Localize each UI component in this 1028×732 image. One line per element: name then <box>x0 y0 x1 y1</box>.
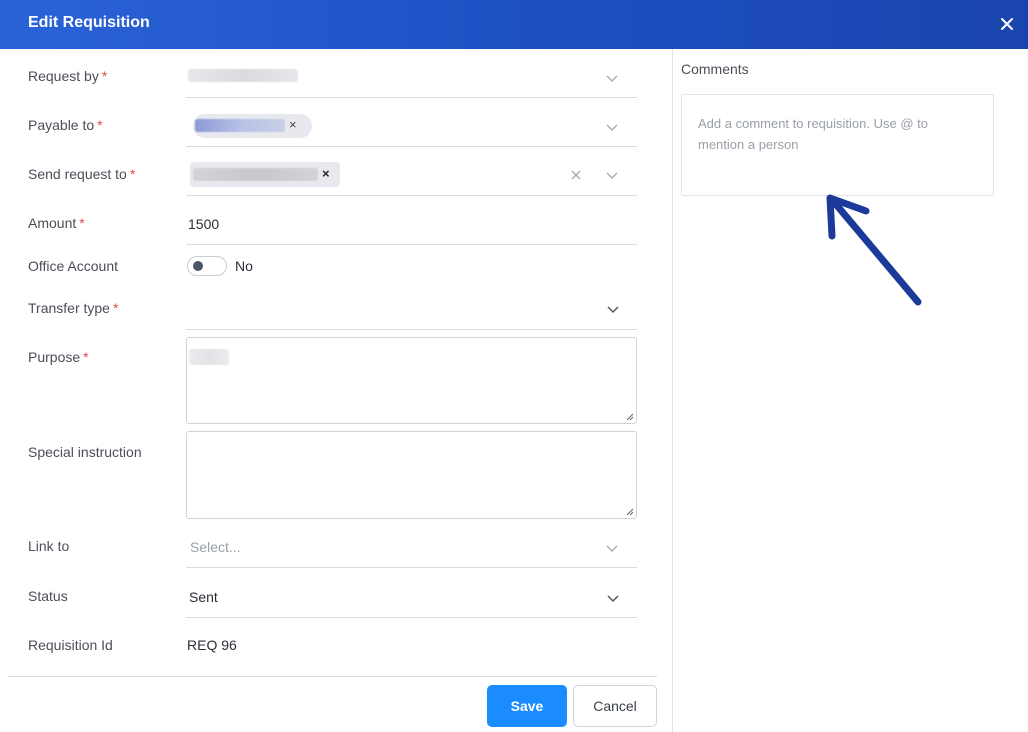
status-label: Status <box>28 588 68 604</box>
arrow-annotation-icon <box>826 194 922 306</box>
resize-grip-icon[interactable] <box>626 508 634 516</box>
dialog-header: Edit Requisition <box>0 0 1028 49</box>
office-account-label: Office Account <box>28 258 119 274</box>
chip-remove-icon[interactable]: × <box>322 166 330 181</box>
amount-label: Amount * <box>28 215 85 231</box>
comments-title: Comments <box>681 61 749 77</box>
comment-input[interactable]: Add a comment to requisition. Use @ to m… <box>681 94 994 196</box>
request-by-value[interactable] <box>188 69 298 82</box>
request-by-label: Request by * <box>28 68 108 84</box>
clear-icon[interactable] <box>569 168 583 182</box>
link-to-select[interactable]: Select... <box>190 539 241 555</box>
purpose-textarea[interactable] <box>186 337 637 424</box>
payable-to-chip[interactable]: × <box>193 114 312 138</box>
purpose-label: Purpose * <box>28 349 89 365</box>
amount-underline <box>186 244 637 245</box>
amount-input[interactable]: 1500 <box>188 216 219 232</box>
special-instruction-textarea[interactable] <box>186 431 637 519</box>
chevron-down-icon[interactable] <box>605 541 619 555</box>
close-icon[interactable] <box>998 15 1016 33</box>
send-request-to-chip[interactable]: × <box>190 162 340 187</box>
transfer-type-label: Transfer type * <box>28 300 119 316</box>
chevron-down-icon[interactable] <box>605 168 619 182</box>
special-instruction-label: Special instruction <box>28 444 142 460</box>
chip-remove-icon[interactable]: × <box>289 117 297 132</box>
footer-divider <box>8 676 657 677</box>
cancel-button[interactable]: Cancel <box>573 685 657 727</box>
status-underline <box>186 617 637 618</box>
resize-grip-icon[interactable] <box>626 413 634 421</box>
send-request-to-label: Send request to * <box>28 166 136 182</box>
link-to-underline <box>186 567 637 568</box>
office-account-toggle-text: No <box>235 258 253 274</box>
payable-to-label: Payable to * <box>28 117 103 133</box>
transfer-type-underline <box>186 329 637 330</box>
chevron-down-icon[interactable] <box>605 120 619 134</box>
request-by-underline <box>186 97 637 98</box>
panel-divider <box>672 49 673 732</box>
link-to-label: Link to <box>28 538 70 554</box>
requisition-id-value: REQ 96 <box>187 637 237 653</box>
toggle-knob <box>193 261 203 271</box>
status-select[interactable]: Sent <box>189 589 218 605</box>
payable-to-underline <box>186 146 637 147</box>
chevron-down-icon[interactable] <box>606 591 620 605</box>
requisition-id-label: Requisition Id <box>28 637 113 653</box>
dialog-title: Edit Requisition <box>28 14 150 31</box>
save-button[interactable]: Save <box>487 685 567 727</box>
chevron-down-icon[interactable] <box>605 71 619 85</box>
send-request-to-underline <box>186 195 637 196</box>
office-account-toggle[interactable] <box>187 256 227 276</box>
chevron-down-icon[interactable] <box>606 302 620 316</box>
